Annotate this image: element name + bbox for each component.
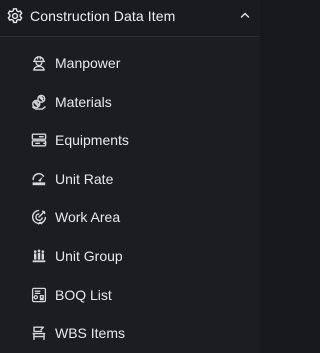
menu-item-equipments[interactable]: Equipments (0, 121, 260, 160)
construction-data-menu: Manpower Materials Equipments Unit Rate … (0, 44, 260, 353)
equipment-icon (30, 131, 48, 149)
work-area-icon (30, 208, 48, 226)
menu-item-label: BOQ List (55, 286, 112, 303)
menu-item-materials[interactable]: Materials (0, 83, 260, 122)
menu-item-label: Unit Rate (55, 170, 114, 187)
boq-list-icon (30, 286, 48, 304)
unit-rate-icon (30, 170, 48, 188)
menu-item-unit-rate[interactable]: Unit Rate (0, 160, 260, 199)
menu-item-label: Work Area (55, 209, 121, 226)
menu-item-label: Unit Group (55, 247, 123, 264)
menu-item-label: WBS Items (55, 325, 126, 342)
menu-item-label: Equipments (55, 132, 129, 149)
materials-icon (30, 93, 48, 111)
menu-item-wbs-items[interactable]: WBS Items (0, 314, 260, 353)
unit-group-icon (30, 247, 48, 265)
worker-icon (30, 54, 48, 72)
gear-settings-icon (6, 7, 24, 25)
menu-item-work-area[interactable]: Work Area (0, 198, 260, 237)
menu-item-manpower[interactable]: Manpower (0, 44, 260, 83)
menu-item-label: Materials (55, 93, 112, 110)
menu-item-unit-group[interactable]: Unit Group (0, 237, 260, 276)
wbs-items-icon (30, 324, 48, 342)
chevron-up-icon[interactable] (239, 9, 251, 21)
menu-item-label: Manpower (55, 55, 121, 71)
menu-item-boq-list[interactable]: BOQ List (0, 276, 260, 315)
construction-data-item-header[interactable]: Construction Data Item (0, 0, 260, 37)
section-title: Construction Data Item (30, 8, 176, 24)
sidebar-panel: Construction Data Item Manpower Material… (0, 0, 260, 353)
